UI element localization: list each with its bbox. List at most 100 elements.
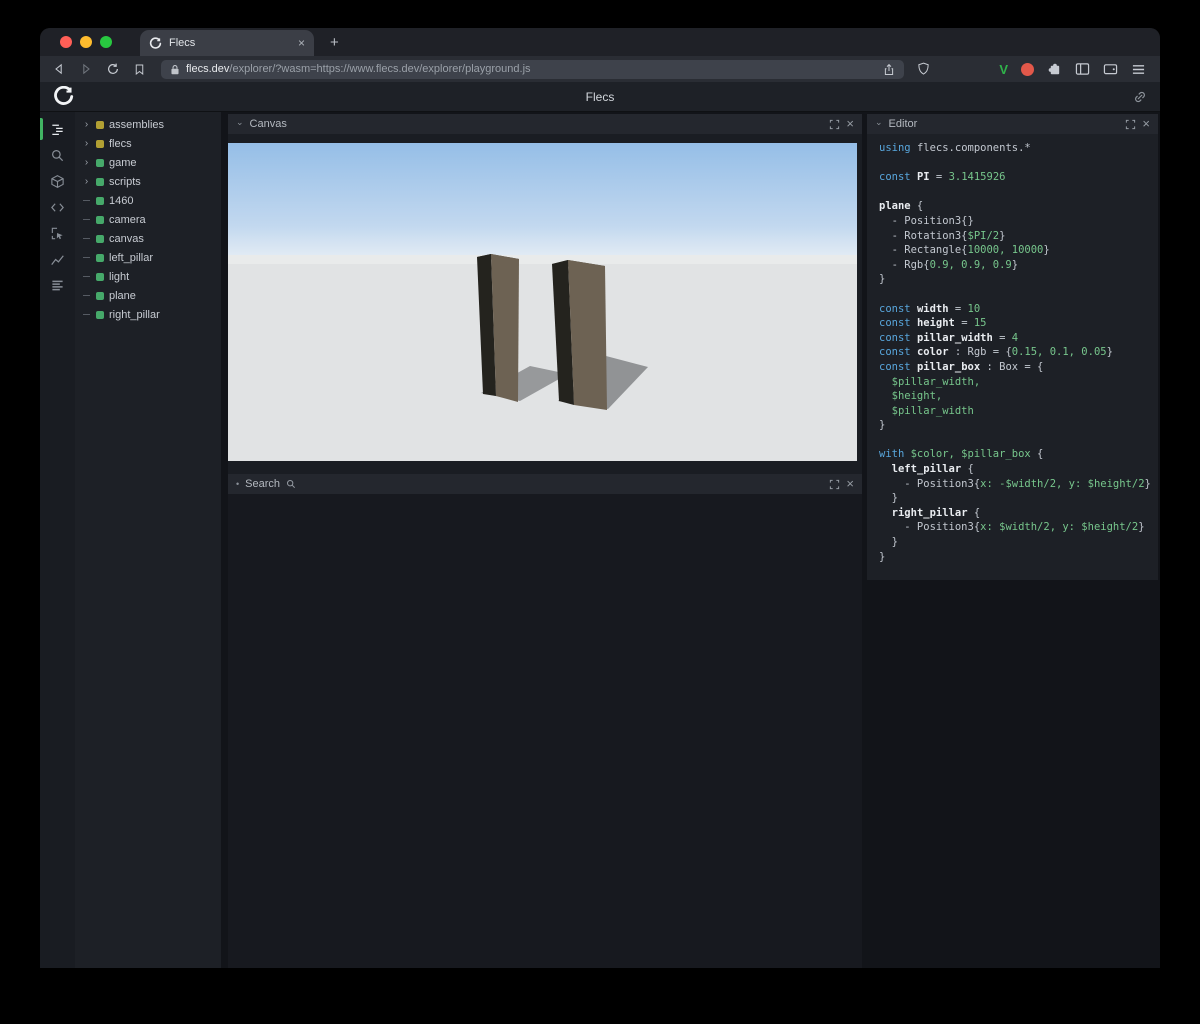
close-panel-icon[interactable]: × [1142, 117, 1150, 130]
code-line: } [879, 492, 898, 505]
chart-icon[interactable] [40, 246, 75, 272]
wallet-icon[interactable] [1103, 62, 1118, 76]
expand-panel-icon[interactable] [1125, 119, 1136, 130]
entity-color-square [96, 158, 104, 167]
code-line: $pillar_width [879, 404, 974, 417]
browser-nav-bar: flecs.dev/explorer/?wasm=https://www.fle… [40, 56, 1160, 82]
tree-item[interactable]: left_pillar [75, 248, 221, 267]
tree-item[interactable]: right_pillar [75, 305, 221, 324]
tree-item[interactable]: › flecs [75, 134, 221, 153]
extension-toolbar: V [999, 62, 1148, 77]
url-domain: flecs.dev [186, 63, 230, 75]
search-panel-header: • Search × [228, 474, 862, 494]
code-line: const color : Rgb = {0.15, 0.1, 0.05} [879, 346, 1113, 359]
extensions-puzzle-icon[interactable] [1047, 62, 1062, 77]
expand-arrow-icon[interactable]: › [82, 138, 91, 149]
tree-item[interactable]: plane [75, 286, 221, 305]
search-icon[interactable] [40, 142, 75, 168]
sidebar-toggle-icon[interactable] [1075, 62, 1090, 76]
menu-hamburger-icon[interactable] [1131, 63, 1146, 76]
record-extension-icon[interactable] [1021, 62, 1034, 76]
3d-viewport[interactable] [228, 143, 857, 461]
bookmark-icon[interactable] [133, 63, 146, 76]
app-header: Flecs [40, 82, 1160, 112]
code-line: $height, [879, 390, 943, 403]
url-text: flecs.dev/explorer/?wasm=https://www.fle… [186, 63, 877, 75]
tree-view-icon[interactable] [40, 116, 75, 142]
entity-color-square [96, 139, 104, 148]
rows-icon[interactable] [40, 272, 75, 298]
entity-label: light [109, 270, 130, 283]
package-icon[interactable] [40, 168, 75, 194]
leaf-dash-icon [82, 276, 91, 277]
address-bar[interactable]: flecs.dev/explorer/?wasm=https://www.fle… [161, 59, 905, 79]
chevron-down-icon[interactable]: ⌄ [236, 117, 244, 128]
code-line: const width = 10 [879, 302, 981, 315]
bullet-icon: • [236, 479, 240, 489]
entity-label: flecs [109, 137, 132, 150]
tree-item[interactable]: › scripts [75, 172, 221, 191]
app-main: › assemblies › flecs › game › scripts 1460 camera… [40, 112, 1160, 968]
browser-tab[interactable]: Flecs × [140, 30, 314, 56]
reload-button[interactable] [106, 62, 120, 76]
entity-color-square [96, 215, 104, 224]
tree-item[interactable]: 1460 [75, 191, 221, 210]
entity-color-square [96, 310, 104, 319]
inspector-icon[interactable] [40, 220, 75, 246]
vimium-extension-icon[interactable]: V [999, 62, 1008, 77]
entity-tree: › assemblies › flecs › game › scripts 1460 camera… [75, 112, 221, 968]
expand-panel-icon[interactable] [829, 119, 840, 130]
flecs-favicon-icon [149, 36, 162, 49]
share-icon[interactable] [883, 63, 895, 76]
code-line: const PI = 3.1415926 [879, 171, 1006, 184]
chevron-down-icon[interactable]: ⌄ [875, 117, 883, 128]
expand-arrow-icon[interactable]: › [82, 157, 91, 168]
entity-label: assemblies [109, 118, 165, 131]
magnifier-icon[interactable] [286, 479, 296, 489]
flecs-logo-icon [53, 86, 74, 107]
expand-arrow-icon[interactable]: › [82, 176, 91, 187]
leaf-dash-icon [82, 200, 91, 201]
code-line: with $color, $pillar_box { [879, 448, 1044, 461]
close-panel-icon[interactable]: × [846, 117, 854, 130]
minimize-window-button[interactable] [80, 36, 92, 48]
window-controls [40, 36, 126, 56]
back-button[interactable] [52, 62, 66, 76]
brave-shield-icon[interactable] [917, 62, 930, 76]
search-panel: • Search × [228, 474, 862, 968]
tab-close-button[interactable]: × [298, 37, 305, 49]
entity-color-square [96, 120, 104, 129]
search-panel-title[interactable]: Search [245, 478, 280, 490]
canvas-panel: ⌄ Canvas × [228, 114, 862, 474]
code-editor-content[interactable]: using flecs.components.* const PI = 3.14… [867, 134, 1158, 574]
code-line: const pillar_width = 4 [879, 331, 1019, 344]
expand-arrow-icon[interactable]: › [82, 119, 91, 130]
code-line: } [879, 419, 886, 432]
forward-button[interactable] [79, 62, 93, 76]
tree-item[interactable]: › assemblies [75, 115, 221, 134]
tab-title: Flecs [169, 37, 196, 49]
tree-item[interactable]: camera [75, 210, 221, 229]
entity-label: game [109, 156, 137, 169]
expand-panel-icon[interactable] [829, 479, 840, 490]
tree-item[interactable]: light [75, 267, 221, 286]
share-link-icon[interactable] [1133, 90, 1147, 104]
new-tab-button[interactable]: + [330, 35, 339, 50]
browser-tab-bar: Flecs × + [40, 28, 1160, 56]
entity-color-square [96, 253, 104, 262]
maximize-window-button[interactable] [100, 36, 112, 48]
tree-item[interactable]: canvas [75, 229, 221, 248]
leaf-dash-icon [82, 314, 91, 315]
close-window-button[interactable] [60, 36, 72, 48]
entity-color-square [96, 272, 104, 281]
code-line: - Rotation3{$PI/2} [879, 229, 1006, 242]
close-panel-icon[interactable]: × [846, 477, 854, 490]
code-line: const pillar_box : Box = { [879, 360, 1044, 373]
code-icon[interactable] [40, 194, 75, 220]
tree-item[interactable]: › game [75, 153, 221, 172]
canvas-panel-title: Canvas [249, 118, 287, 130]
